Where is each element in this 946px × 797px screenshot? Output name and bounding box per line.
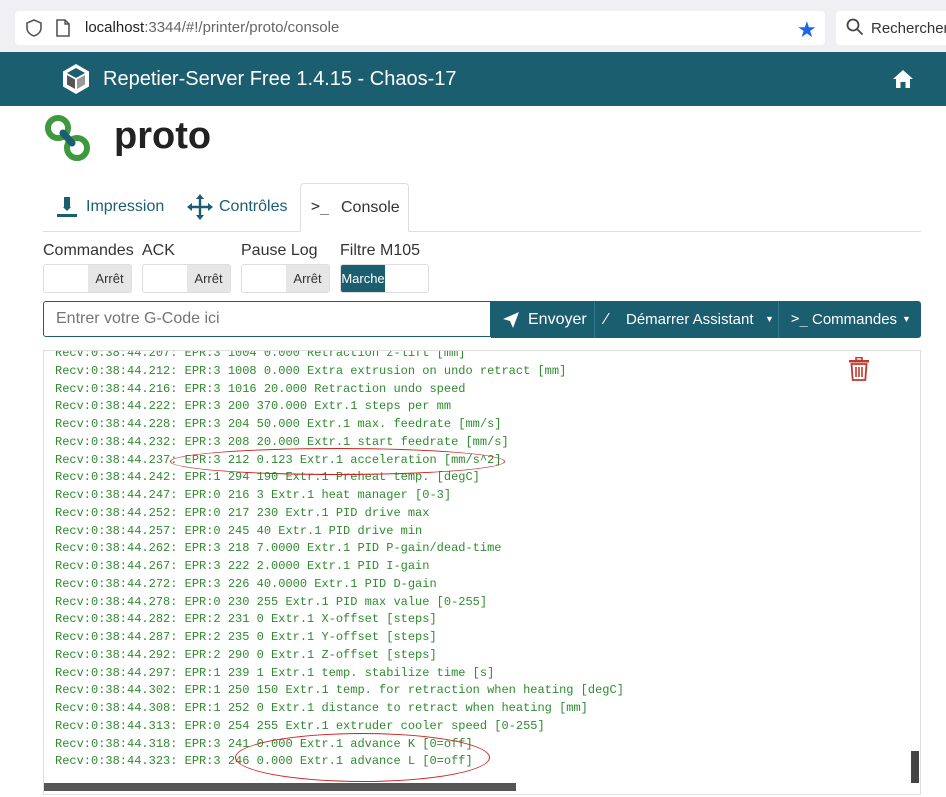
terminal-icon: >_ [791,311,808,327]
tab-bar: Impression Contrôles >_ Console [43,183,921,232]
console-line: Recv:0:38:44.252: EPR:0 217 230 Extr.1 P… [55,505,430,520]
console-line: Recv:0:38:44.302: EPR:1 250 150 Extr.1 t… [55,683,624,698]
app-title: Repetier-Server Free 1.4.15 - Chaos-17 [103,68,457,90]
ack-toggle[interactable]: Arrêt [142,264,231,293]
console-line: Recv:0:38:44.308: EPR:1 252 0 Extr.1 dis… [55,701,588,715]
toggle-label: Commandes [43,242,134,259]
url-text[interactable]: localhost:3344/#!/printer/proto/console [85,19,339,36]
paper-plane-icon [503,312,519,328]
caret-down-icon: ▼ [765,314,774,324]
console-lines: Recv:0:38:44.207: EPR:3 1004 0.000 Retra… [55,350,624,771]
console-line: Recv:0:38:44.247: EPR:0 216 3 Extr.1 hea… [55,488,452,502]
browser-toolbar: localhost:3344/#!/printer/proto/console … [0,0,946,53]
console-log[interactable]: Recv:0:38:44.207: EPR:3 1004 0.000 Retra… [43,350,921,795]
console-line: Recv:0:38:44.278: EPR:0 230 255 Extr.1 P… [55,594,488,609]
toggle-group-pause-log: Pause Log Arrêt [241,242,330,293]
repetier-logo-icon [63,64,89,94]
toggle-label: ACK [142,242,175,259]
console-line: Recv:0:38:44.267: EPR:3 222 2.0000 Extr.… [55,559,430,573]
terminal-icon: >_ [311,197,330,215]
console-line: Recv:0:38:44.207: EPR:3 1004 0.000 Retra… [55,350,466,360]
move-arrows-icon [187,194,213,220]
console-line: Recv:0:38:44.257: EPR:0 245 40 Extr.1 PI… [55,523,423,538]
start-wizard-label: Démarrer Assistant [626,311,754,328]
search-icon [846,18,864,36]
console-line: Recv:0:38:44.297: EPR:1 239 1 Extr.1 tem… [55,665,495,680]
toggle-state: Arrêt [187,265,230,292]
toggle-state: Marche [341,265,385,292]
tab-controles[interactable]: Contrôles [183,183,298,230]
console-line: Recv:0:38:44.212: EPR:3 1008 0.000 Extra… [55,363,567,378]
magic-wand-icon: ⁄ [605,311,608,328]
toggle-label: Filtre M105 [340,242,421,259]
console-line: Recv:0:38:44.262: EPR:3 218 7.0000 Extr.… [55,541,502,556]
tab-impression[interactable]: Impression [51,183,171,230]
printer-link-icon [45,115,90,161]
url-bar[interactable]: localhost:3344/#!/printer/proto/console … [15,11,825,45]
app-header: Repetier-Server Free 1.4.15 - Chaos-17 [0,52,946,106]
horizontal-scrollbar-thumb[interactable] [44,783,516,791]
toggle-state: Arrêt [88,265,131,292]
trash-icon[interactable] [848,357,870,381]
tab-impression-label: Impression [86,198,165,215]
commands-dropdown-button[interactable]: >_ Commandes ▼ [779,301,921,338]
console-line: Recv:0:38:44.228: EPR:3 204 50.000 Extr.… [55,417,502,431]
commands-dropdown-label: Commandes [812,311,898,328]
url-path: :3344/#!/printer/proto/console [144,19,340,36]
toggle-group-commandes: Commandes Arrêt [43,242,134,293]
print-icon [57,197,77,217]
url-host: localhost [85,19,145,36]
commandes-toggle[interactable]: Arrêt [43,264,132,293]
annotation-ellipse [235,733,490,782]
vertical-scrollbar-thumb[interactable] [911,751,919,783]
annotation-ellipse [170,448,505,475]
pause-log-toggle[interactable]: Arrêt [241,264,330,293]
toggle-label: Pause Log [241,242,318,259]
send-button-label: Envoyer [528,311,587,328]
shield-icon[interactable] [25,19,43,37]
console-line: Recv:0:38:44.272: EPR:3 226 40.0000 Extr… [55,576,437,591]
gcode-input[interactable] [43,301,491,337]
search-label: Rechercher [871,20,946,37]
printer-name: proto [114,115,212,157]
console-line: Recv:0:38:44.282: EPR:2 231 0 Extr.1 X-o… [55,612,437,627]
console-line: Recv:0:38:44.222: EPR:3 200 370.000 Extr… [55,399,452,414]
home-icon[interactable] [892,68,914,90]
caret-down-icon: ▼ [902,314,911,324]
console-line: Recv:0:38:44.216: EPR:3 1016 20.000 Retr… [55,381,466,396]
browser-search[interactable]: Rechercher [836,11,946,45]
tab-console[interactable]: >_ Console [300,183,409,232]
tab-console-label: Console [341,199,400,216]
toggle-group-ack: ACK Arrêt [142,242,231,293]
tab-controles-label: Contrôles [219,198,288,215]
console-line: Recv:0:38:44.292: EPR:2 290 0 Extr.1 Z-o… [55,647,437,662]
command-toolbar: Envoyer ⁄ Démarrer Assistant ▼ >_ Comman… [491,301,921,338]
toggle-group-filtre-m105: Filtre M105 Marche [340,242,429,293]
start-wizard-button[interactable]: ⁄ Démarrer Assistant ▼ [595,301,778,338]
console-line: Recv:0:38:44.287: EPR:2 235 0 Extr.1 Y-o… [55,630,437,644]
toggle-state: Arrêt [286,265,329,292]
filtre-m105-toggle[interactable]: Marche [340,264,429,293]
bookmark-star-icon[interactable]: ★ [797,17,817,43]
page-icon[interactable] [55,19,71,37]
send-button[interactable]: Envoyer [491,301,594,338]
